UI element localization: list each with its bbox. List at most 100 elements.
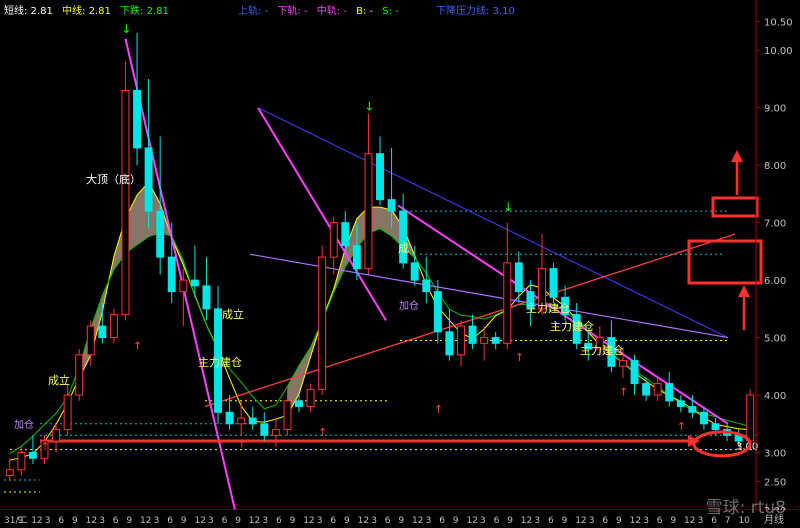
candle-body [699, 411, 708, 425]
candle-body [144, 147, 153, 212]
candle-body [260, 423, 269, 436]
x-tick-label: 9 [670, 516, 676, 526]
candle-body [642, 383, 651, 396]
x-tick-label: 6 [602, 516, 608, 526]
ribbon-band-segment [287, 206, 416, 416]
legend-upper-rail: 上轨: - [238, 6, 269, 17]
candle-body [98, 325, 107, 339]
legend-mid: 中线: 2.81 [62, 6, 111, 17]
up-arrow-2-head [738, 285, 750, 297]
candle-body [28, 452, 37, 459]
x-tick-label: 9 [126, 516, 132, 526]
x-tick-label: 9 [507, 516, 513, 526]
buy-arrow-icon: ↑ [619, 386, 628, 399]
x-tick-label: 31/二 [4, 516, 28, 526]
candle-body [306, 388, 315, 408]
x-tick-label: 9 [290, 516, 296, 526]
x-tick-label: 6 [494, 516, 500, 526]
pressure-line-1 [124, 38, 236, 511]
indicator-lines [9, 38, 751, 511]
signal-annotation: 成 [398, 242, 409, 255]
candle-body [618, 360, 627, 367]
sell-arrow-icon: ↓ [503, 200, 513, 214]
candlestick-chart[interactable]: ↓↓↓↑↑↑↑↑↑↑↑↑ 大顶（底）成立成立主力建仓成主力建仓主力建仓主力建仓加… [0, 0, 800, 528]
candle-body [676, 400, 685, 408]
x-tick-label: 6 [113, 516, 119, 526]
buy-arrow-icon: ↑ [318, 426, 327, 439]
x-tick-label: 3 [589, 516, 595, 526]
signal-annotation: 主力建仓 [580, 343, 624, 357]
candle-body [688, 406, 697, 413]
candle-body [109, 314, 118, 339]
y-tick-label: 5.00 [764, 334, 786, 345]
candle-body [445, 331, 454, 356]
buy-arrow-icon: ↑ [133, 340, 142, 353]
x-tick-label: 6 [439, 516, 445, 526]
x-tick-label: 3 [480, 516, 486, 526]
x-tick-label: 12 [412, 516, 423, 526]
x-tick-label: 6 [58, 516, 64, 526]
candle-body [410, 262, 419, 281]
x-tick-label: 9 [344, 516, 350, 526]
y-tick-label: 9.00 [764, 104, 786, 115]
x-tick-label: 12 [249, 516, 260, 526]
legend-lower-rail: 下轨: - [277, 6, 308, 17]
x-tick-label: 12 [466, 516, 477, 526]
candle-body [387, 199, 396, 212]
candle-body [468, 325, 477, 344]
candle-body [376, 153, 384, 201]
x-tick-label: 6 [222, 516, 228, 526]
x-tick-label: 12 [194, 516, 205, 526]
x-tick-label: 12 [630, 516, 641, 526]
candle-body [190, 279, 199, 287]
y-tick-label: 4.00 [764, 391, 786, 402]
x-tick-label: 12 [575, 516, 586, 526]
y-tick-label: 10.00 [764, 46, 793, 57]
y-tick-label: 10.50 [764, 17, 793, 28]
candle-body [225, 411, 234, 425]
x-tick-label: 3 [208, 516, 214, 526]
sell-arrow-icon: ↓ [364, 100, 374, 114]
x-tick-label: 6 [385, 516, 391, 526]
x-tick-label: 12 [684, 516, 695, 526]
signal-annotation: 主力建仓 [526, 301, 570, 315]
candle-body [422, 279, 431, 293]
legend-s: S: - [382, 6, 399, 17]
candle-body [549, 268, 558, 298]
buy-arrow-icon: ↑ [515, 351, 524, 364]
candle-body [457, 325, 465, 356]
candle-body [156, 210, 165, 258]
x-tick-label: 3 [154, 516, 160, 526]
x-tick-label: 6 [548, 516, 554, 526]
x-tick-label: 12 [303, 516, 314, 526]
up-arrow-1-head [731, 150, 743, 162]
watermark: 雪球: rtu8 [705, 498, 786, 518]
x-tick-label: 3 [262, 516, 268, 526]
add-position-label: 加仓 [399, 299, 419, 312]
y-tick-label: 7.00 [764, 219, 786, 230]
signal-annotation: 主力建仓 [198, 355, 242, 369]
candle-body [5, 469, 14, 477]
x-tick-label: 9 [398, 516, 404, 526]
legend-b: B: - [356, 6, 374, 17]
buy-arrow-icon: ↑ [40, 440, 49, 453]
sell-arrow-icon: ↓ [121, 22, 131, 36]
signal-annotation: 成立 [222, 307, 244, 321]
x-tick-label: 3 [426, 516, 432, 526]
x-tick-label: 6 [657, 516, 663, 526]
candle-body [121, 89, 130, 316]
highlight-box-top [711, 196, 759, 218]
x-tick-label: 3 [534, 516, 540, 526]
x-tick-label: 3 [99, 516, 105, 526]
candle-body [75, 354, 84, 396]
x-tick-label: 3 [317, 516, 323, 526]
x-tick-label: 12 [521, 516, 532, 526]
y-tick-label: 2.50 [764, 477, 786, 488]
highlight-box-mid [687, 239, 763, 285]
x-tick-label: 3 [45, 516, 51, 526]
legend-mid-rail: 中轨: - [316, 6, 347, 17]
x-tick-label: 3 [698, 516, 704, 526]
candle-body [63, 394, 72, 431]
y-tick-label: 6.00 [764, 276, 786, 287]
x-tick-label: 9 [72, 516, 78, 526]
